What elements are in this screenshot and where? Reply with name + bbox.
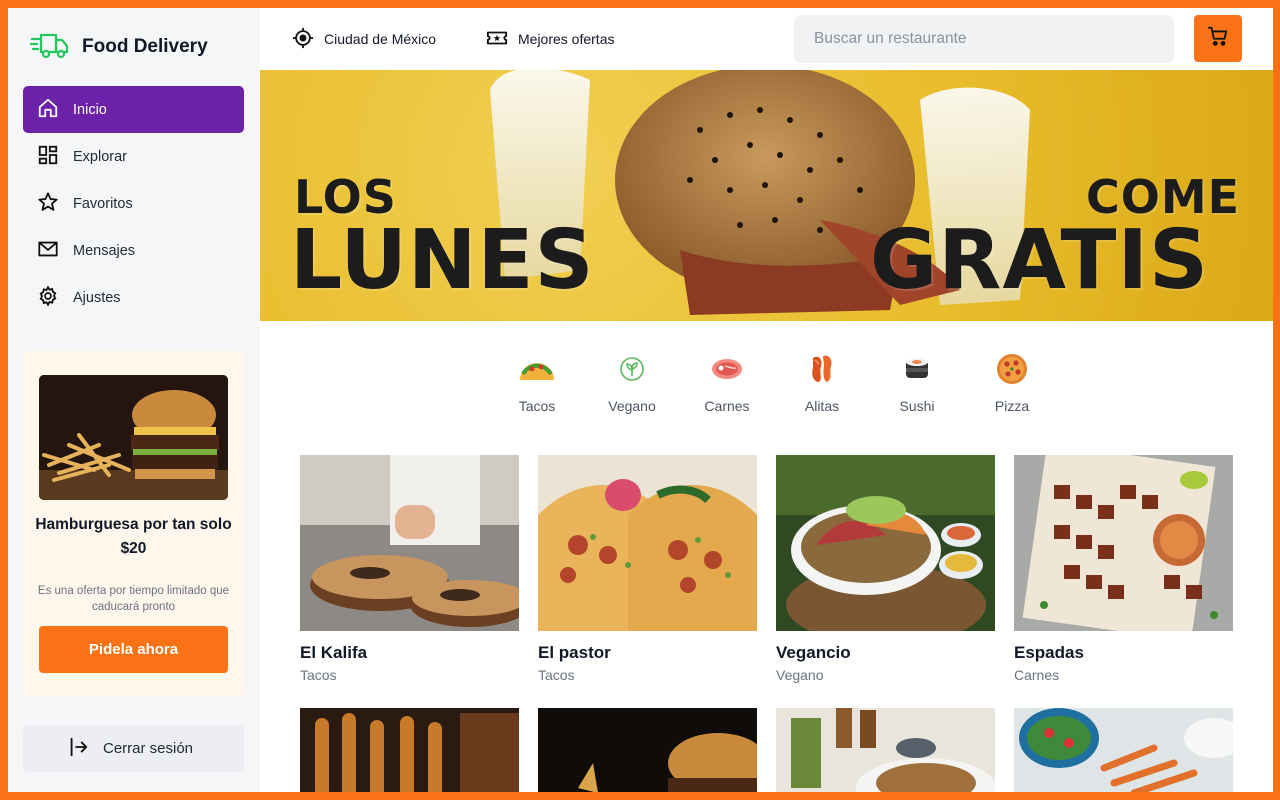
location-target-icon — [292, 27, 314, 52]
category-label: Carnes — [704, 398, 750, 414]
burger-promo-image — [39, 375, 228, 500]
restaurant-card[interactable] — [1014, 708, 1233, 792]
grid-icon — [37, 144, 59, 170]
sidebar-item-label: Inicio — [73, 101, 107, 118]
logout-label: Cerrar sesión — [103, 740, 194, 757]
search-input[interactable] — [794, 15, 1174, 63]
category-tacos[interactable]: Tacos — [497, 348, 577, 414]
banner-text-lunes: LUNES — [290, 213, 595, 308]
delivery-truck-icon — [28, 30, 70, 65]
sushi-icon — [877, 348, 957, 390]
sidebar-item-inicio[interactable]: Inicio — [23, 86, 244, 133]
mail-icon — [37, 238, 59, 264]
restaurant-type: Tacos — [300, 667, 337, 683]
restaurant-card[interactable] — [300, 708, 519, 792]
restaurant-card-el-kalifa[interactable]: El Kalifa Tacos — [300, 455, 519, 683]
restaurant-card-vegancio[interactable]: Vegancio Vegano — [776, 455, 995, 683]
sidebar-item-label: Favoritos — [73, 195, 133, 212]
sidebar: Food Delivery Inicio Explorar Favoritos — [8, 8, 260, 792]
restaurant-image — [538, 708, 757, 792]
gear-icon — [37, 284, 59, 311]
restaurant-image — [1014, 455, 1233, 631]
restaurant-name: Espadas — [1014, 643, 1084, 662]
category-sushi[interactable]: Sushi — [877, 348, 957, 414]
ticket-icon — [486, 27, 508, 52]
restaurant-name: El Kalifa — [300, 643, 368, 662]
logout-button[interactable]: Cerrar sesión — [23, 725, 244, 772]
location-selector[interactable]: Ciudad de México — [292, 27, 436, 51]
restaurant-image — [776, 708, 995, 792]
sidebar-item-favoritos[interactable]: Favoritos — [23, 180, 244, 227]
sidebar-item-explorar[interactable]: Explorar — [23, 133, 244, 180]
pizza-icon — [972, 348, 1052, 390]
best-offers-link[interactable]: Mejores ofertas — [486, 27, 614, 51]
cart-icon — [1207, 25, 1229, 52]
category-vegano[interactable]: Vegano — [592, 348, 672, 414]
restaurant-card[interactable] — [776, 708, 995, 792]
promo-title: Hamburguesa por tan solo $20 — [35, 516, 232, 557]
wings-icon — [782, 348, 862, 390]
category-label: Vegano — [608, 398, 656, 414]
restaurant-card-espadas[interactable]: Espadas Carnes — [1014, 455, 1233, 683]
taco-icon — [497, 348, 577, 390]
restaurant-type: Tacos — [538, 667, 575, 683]
location-label: Ciudad de México — [324, 31, 437, 47]
star-icon — [37, 191, 59, 217]
category-label: Sushi — [899, 398, 935, 414]
cart-button[interactable] — [1194, 15, 1242, 62]
category-alitas[interactable]: Alitas — [782, 348, 862, 414]
brand[interactable]: Food Delivery — [28, 30, 208, 65]
promo-card: Hamburguesa por tan solo $20 Es una ofer… — [23, 351, 244, 696]
leaf-icon — [592, 348, 672, 390]
category-pizza[interactable]: Pizza — [972, 348, 1052, 414]
home-icon — [37, 97, 59, 123]
category-carnes[interactable]: Carnes — [687, 348, 767, 414]
app-window: Food Delivery Inicio Explorar Favoritos — [8, 8, 1273, 792]
restaurant-image — [300, 708, 519, 792]
promo-description: Es una oferta por tiempo limitado que ca… — [37, 585, 230, 613]
restaurant-image — [300, 455, 519, 631]
restaurant-type: Carnes — [1014, 667, 1060, 683]
sidebar-item-label: Explorar — [73, 148, 127, 165]
topbar: Ciudad de México Mejores ofertas — [260, 8, 1273, 70]
steak-icon — [687, 348, 767, 390]
category-bar: Tacos Vegano Carnes Alitas Sushi Pizza — [260, 321, 1273, 439]
sidebar-item-mensajes[interactable]: Mensajes — [23, 227, 244, 274]
brand-title: Food Delivery — [82, 36, 208, 57]
sidebar-item-label: Ajustes — [73, 289, 121, 306]
restaurant-name: El pastor — [538, 643, 611, 662]
restaurant-type: Vegano — [776, 667, 824, 683]
best-offers-label: Mejores ofertas — [518, 31, 615, 47]
sidebar-nav: Inicio Explorar Favoritos Mensajes Ajust… — [23, 86, 244, 321]
category-label: Alitas — [804, 398, 840, 414]
promo-banner[interactable]: LOS LUNES COME GRATIS — [260, 70, 1273, 321]
category-label: Pizza — [994, 398, 1030, 414]
restaurant-image — [776, 455, 995, 631]
restaurant-image — [1014, 708, 1233, 792]
sidebar-item-ajustes[interactable]: Ajustes — [23, 274, 244, 321]
restaurant-image — [538, 455, 757, 631]
restaurant-name: Vegancio — [776, 643, 851, 662]
restaurant-card[interactable] — [538, 708, 757, 792]
logout-icon — [67, 736, 89, 762]
category-label: Tacos — [518, 398, 556, 414]
restaurant-card-el-pastor[interactable]: El pastor Tacos — [538, 455, 757, 683]
sidebar-item-label: Mensajes — [73, 242, 136, 259]
order-now-button[interactable]: Pidela ahora — [39, 626, 228, 673]
banner-text-gratis: GRATIS — [870, 213, 1210, 308]
